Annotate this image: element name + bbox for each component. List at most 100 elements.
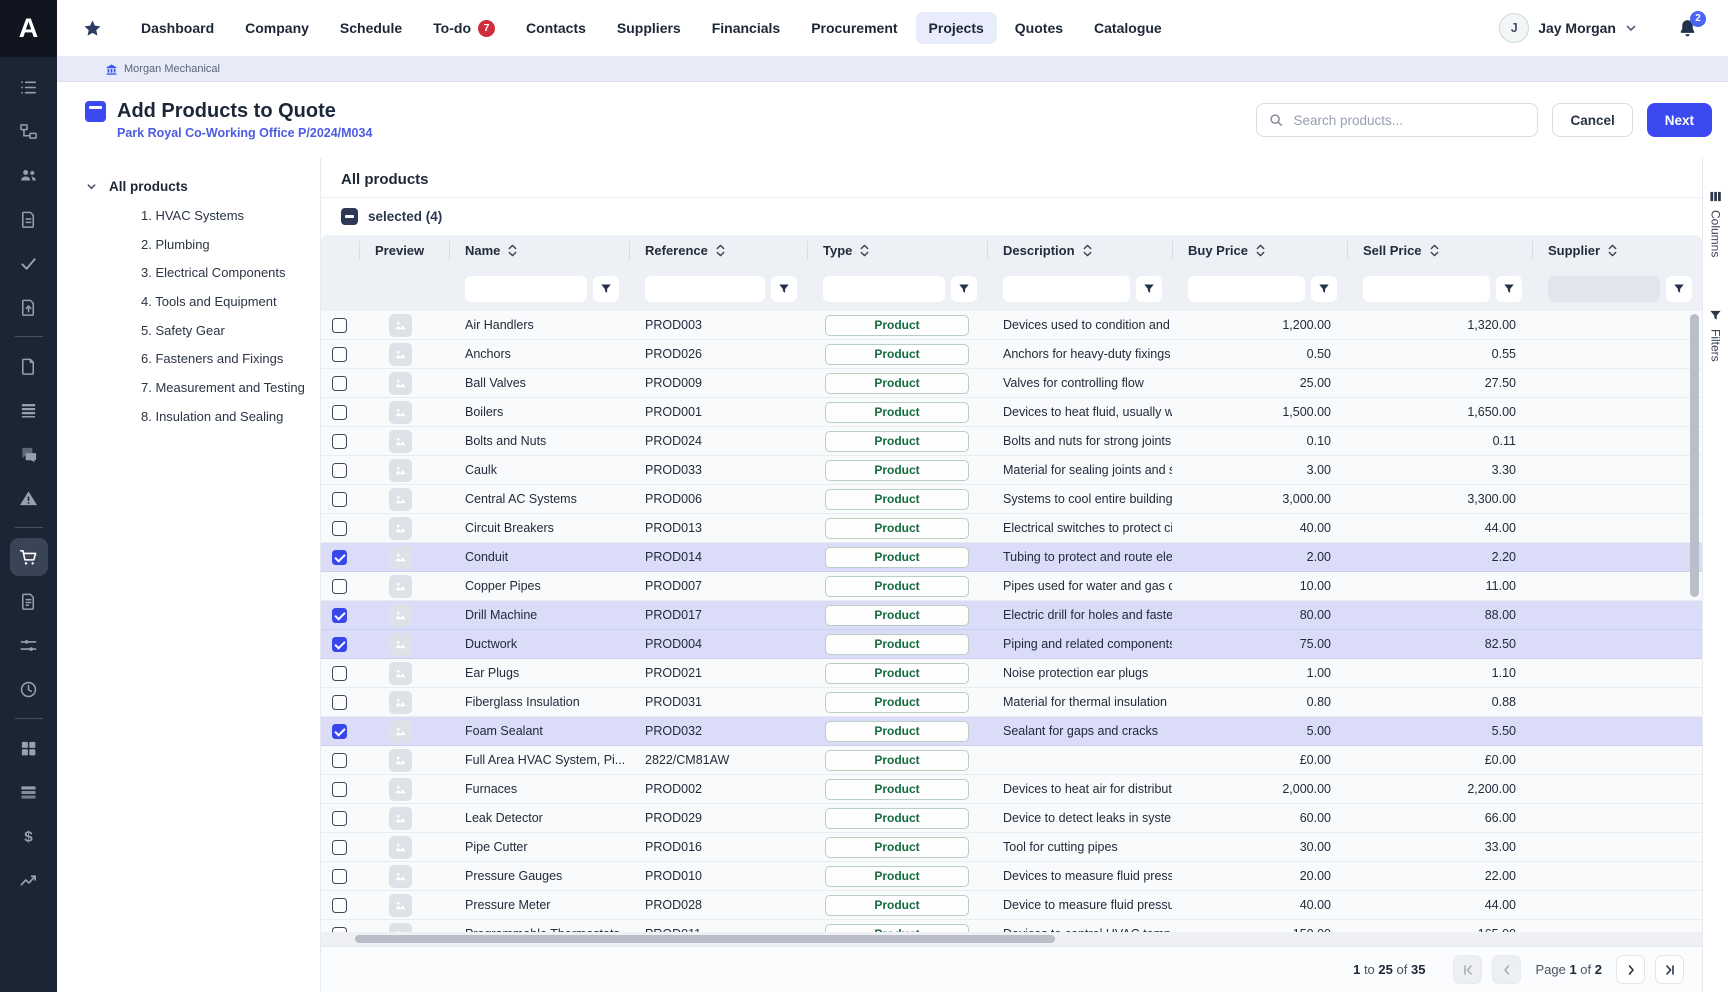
column-header-reference[interactable]: Reference [629, 235, 807, 266]
row-checkbox[interactable] [332, 491, 347, 507]
nav-item-company[interactable]: Company [232, 12, 322, 44]
cart-icon[interactable] [9, 538, 48, 576]
row-checkbox[interactable] [332, 868, 347, 884]
breadcrumb[interactable]: Morgan Mechanical [57, 57, 1728, 82]
table-row[interactable]: Drill Machine PROD017 Product Electric dril… [321, 601, 1702, 630]
table-row[interactable]: Air Handlers PROD003 Product Devices used t… [321, 311, 1702, 340]
row-checkbox[interactable] [332, 636, 347, 652]
row-checkbox[interactable] [332, 694, 347, 710]
search-input[interactable] [1291, 111, 1526, 129]
table-row[interactable]: Pressure Gauges PROD010 Product Devices to … [321, 862, 1702, 891]
hierarchy-icon[interactable] [10, 112, 48, 150]
column-header-name[interactable]: Name [449, 235, 629, 266]
nav-item-procurement[interactable]: Procurement [798, 12, 910, 44]
category-item[interactable]: 4. Tools and Equipment [141, 287, 320, 316]
sliders-icon[interactable] [10, 626, 48, 664]
dollar-icon[interactable]: $ [10, 817, 48, 855]
check-icon[interactable] [10, 244, 48, 282]
category-item[interactable]: 8. Insulation and Sealing [141, 402, 320, 431]
filter-input-reference[interactable] [645, 275, 765, 302]
filter-funnel-icon[interactable] [951, 275, 977, 302]
app-logo[interactable]: A [0, 0, 57, 57]
rows-icon[interactable] [10, 391, 48, 429]
filter-funnel-icon[interactable] [593, 275, 619, 302]
column-header-supplier[interactable]: Supplier [1532, 235, 1702, 266]
row-checkbox[interactable] [332, 549, 347, 565]
nav-item-contacts[interactable]: Contacts [513, 12, 599, 44]
nav-item-schedule[interactable]: Schedule [327, 12, 415, 44]
select-all-indeterminate-checkbox[interactable] [341, 208, 358, 225]
filter-input-description[interactable] [1003, 275, 1130, 302]
last-page-button[interactable] [1655, 955, 1684, 984]
table-row[interactable]: Central AC Systems PROD006 Product Systems … [321, 485, 1702, 514]
table-row[interactable]: Pipe Cutter PROD016 Product Tool for cuttin… [321, 833, 1702, 862]
row-checkbox[interactable] [332, 897, 347, 913]
category-item[interactable]: 7. Measurement and Testing [141, 373, 320, 402]
user-menu[interactable]: J Jay Morgan [1499, 13, 1637, 43]
table-row[interactable]: Pressure Meter PROD028 Product Device to me… [321, 891, 1702, 920]
category-item[interactable]: 2. Plumbing [141, 230, 320, 259]
table-row[interactable]: Foam Sealant PROD032 Product Sealant for ga… [321, 717, 1702, 746]
row-checkbox[interactable] [332, 723, 347, 739]
clock-icon[interactable] [10, 670, 48, 708]
row-checkbox[interactable] [332, 317, 347, 333]
filter-input-buy[interactable] [1188, 275, 1305, 302]
document-icon[interactable] [10, 200, 48, 238]
file-upload-icon[interactable] [10, 288, 48, 326]
filter-funnel-icon[interactable] [1136, 275, 1162, 302]
chat-icon[interactable] [10, 435, 48, 473]
table-row[interactable]: Furnaces PROD002 Product Devices to heat ai… [321, 775, 1702, 804]
cancel-button[interactable]: Cancel [1552, 103, 1633, 137]
nav-item-suppliers[interactable]: Suppliers [604, 12, 694, 44]
table-row[interactable]: Bolts and Nuts PROD024 Product Bolts and nu… [321, 427, 1702, 456]
nav-item-projects[interactable]: Projects [915, 12, 997, 44]
table-row[interactable]: Caulk PROD033 Product Material for sealing … [321, 456, 1702, 485]
table-row[interactable]: Programmable ThermostatsPROD011ProductDe… [321, 920, 1702, 932]
filter-funnel-icon[interactable] [771, 275, 797, 302]
nav-item-catalogue[interactable]: Catalogue [1081, 12, 1175, 44]
row-checkbox[interactable] [332, 607, 347, 623]
horizontal-scrollbar[interactable] [355, 935, 1055, 943]
row-checkbox[interactable] [332, 781, 347, 797]
filter-input-type[interactable] [823, 275, 945, 302]
column-header-buy[interactable]: Buy Price [1172, 235, 1347, 266]
column-header-type[interactable]: Type [807, 235, 987, 266]
vertical-scrollbar[interactable] [1690, 314, 1699, 597]
row-checkbox[interactable] [332, 839, 347, 855]
category-item[interactable]: 6. Fasteners and Fixings [141, 344, 320, 373]
filter-funnel-icon[interactable] [1496, 275, 1522, 302]
warning-icon[interactable] [10, 479, 48, 517]
row-checkbox[interactable] [332, 665, 347, 681]
table-row[interactable]: Ductwork PROD004 Product Piping and related… [321, 630, 1702, 659]
favorites-star-icon[interactable] [83, 19, 102, 38]
table-row[interactable]: Boilers PROD001 Product Devices to heat flu… [321, 398, 1702, 427]
row-checkbox[interactable] [332, 810, 347, 826]
category-root[interactable]: All products [86, 172, 320, 201]
table-row[interactable]: Full Area HVAC System, Pi... 2822/CM81AW P… [321, 746, 1702, 775]
row-checkbox[interactable] [332, 404, 347, 420]
nav-item-to-do[interactable]: To-do 7 [420, 12, 508, 45]
next-button[interactable]: Next [1646, 103, 1712, 137]
row-checkbox[interactable] [332, 346, 347, 362]
previous-page-button[interactable] [1492, 955, 1522, 984]
columns-tab[interactable]: Columns [1709, 190, 1723, 257]
invoice-icon[interactable] [10, 582, 48, 620]
nav-item-dashboard[interactable]: Dashboard [128, 12, 227, 44]
next-page-button[interactable] [1616, 955, 1645, 984]
table-row[interactable]: Circuit Breakers PROD013 Product Electrical… [321, 514, 1702, 543]
list-icon[interactable] [10, 68, 48, 106]
file-icon[interactable] [10, 347, 48, 385]
category-item[interactable]: 3. Electrical Components [141, 258, 320, 287]
row-checkbox[interactable] [332, 520, 347, 536]
filter-input-sell[interactable] [1363, 275, 1490, 302]
first-page-button[interactable] [1453, 955, 1483, 984]
project-link[interactable]: Park Royal Co-Working Office P/2024/M034 [117, 126, 372, 140]
table-icon[interactable] [10, 773, 48, 811]
table-row[interactable]: Fiberglass Insulation PROD031 Product Mater… [321, 688, 1702, 717]
column-header-description[interactable]: Description [987, 235, 1172, 266]
row-checkbox[interactable] [332, 433, 347, 449]
nav-item-quotes[interactable]: Quotes [1002, 12, 1076, 44]
nav-item-financials[interactable]: Financials [699, 12, 793, 44]
table-row[interactable]: Copper Pipes PROD007 Product Pipes used for… [321, 572, 1702, 601]
notifications-bell[interactable]: 2 [1677, 10, 1706, 39]
